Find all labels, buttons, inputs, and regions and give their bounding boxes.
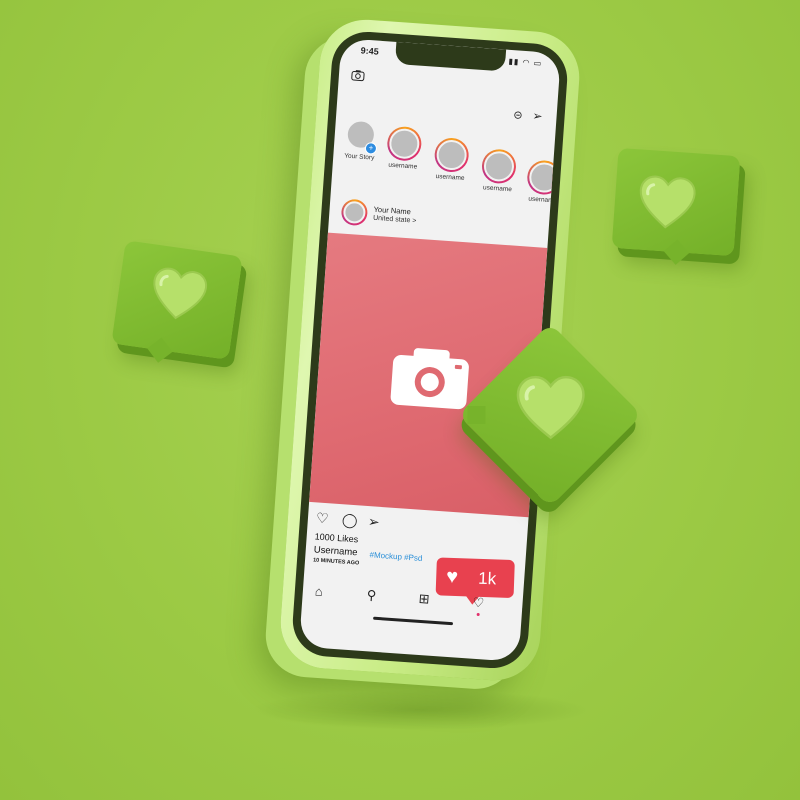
likes-count[interactable]: 1000 Likes (314, 531, 358, 544)
search-icon[interactable]: ⚲ (366, 587, 377, 604)
story-ring (386, 125, 423, 162)
story-item[interactable]: username (475, 148, 522, 194)
stage: 9:45 ▮▮ ◠ ▭ ⊝ ➢ + Your Story username us… (0, 0, 800, 800)
post-avatar[interactable] (340, 198, 369, 227)
camera-placeholder-icon (390, 348, 469, 410)
add-post-icon[interactable]: ⊞ (418, 591, 430, 608)
post-username[interactable]: Username (313, 544, 357, 558)
heart-icon: ♥ (445, 565, 459, 589)
send-icon[interactable]: ➢ (532, 109, 543, 124)
home-indicator (373, 616, 454, 626)
post-hashtags[interactable]: #Mockup #Psd (369, 550, 422, 563)
story-your-story[interactable]: + Your Story (337, 116, 384, 162)
share-icon[interactable]: ➢ (367, 513, 380, 531)
heart-icon (153, 267, 208, 320)
heart-bubble-left (111, 240, 243, 363)
bubble-tail (467, 406, 486, 424)
heart-bubble-right (611, 147, 741, 265)
story-label: username (482, 184, 513, 194)
story-label: username (435, 172, 465, 182)
story-item[interactable]: username (381, 125, 428, 171)
home-icon[interactable]: ⌂ (314, 584, 323, 600)
story-label: Your Story (344, 152, 375, 162)
like-count: 1k (477, 568, 497, 589)
story-label: username (388, 161, 418, 171)
bubble-tail (663, 239, 690, 265)
story-ring (480, 148, 518, 185)
heart-icon[interactable]: ♡ (315, 509, 329, 527)
phone-shadow (250, 690, 590, 730)
post-timestamp: 10 MINUTES AGO (312, 557, 360, 567)
heart-icon (516, 375, 585, 440)
add-story-icon[interactable]: + (364, 141, 378, 155)
avatar (388, 127, 421, 160)
avatar (342, 200, 367, 225)
heart-icon (639, 175, 696, 229)
status-icons: ▮▮ ◠ ▭ (508, 56, 543, 69)
avatar (435, 139, 468, 172)
camera-icon[interactable] (351, 69, 366, 82)
bubble-tail (147, 337, 173, 363)
story-ring (433, 136, 470, 174)
activity-heart-icon[interactable]: ♡ (472, 595, 485, 612)
status-time: 9:45 (360, 45, 380, 57)
activity-indicator (476, 612, 480, 617)
comment-icon[interactable]: ◯ (341, 511, 358, 529)
avatar (482, 150, 515, 183)
igtv-icon[interactable]: ⊝ (513, 108, 523, 122)
stories-row: + Your Story username username username (335, 116, 562, 204)
story-item[interactable]: username (428, 136, 475, 183)
